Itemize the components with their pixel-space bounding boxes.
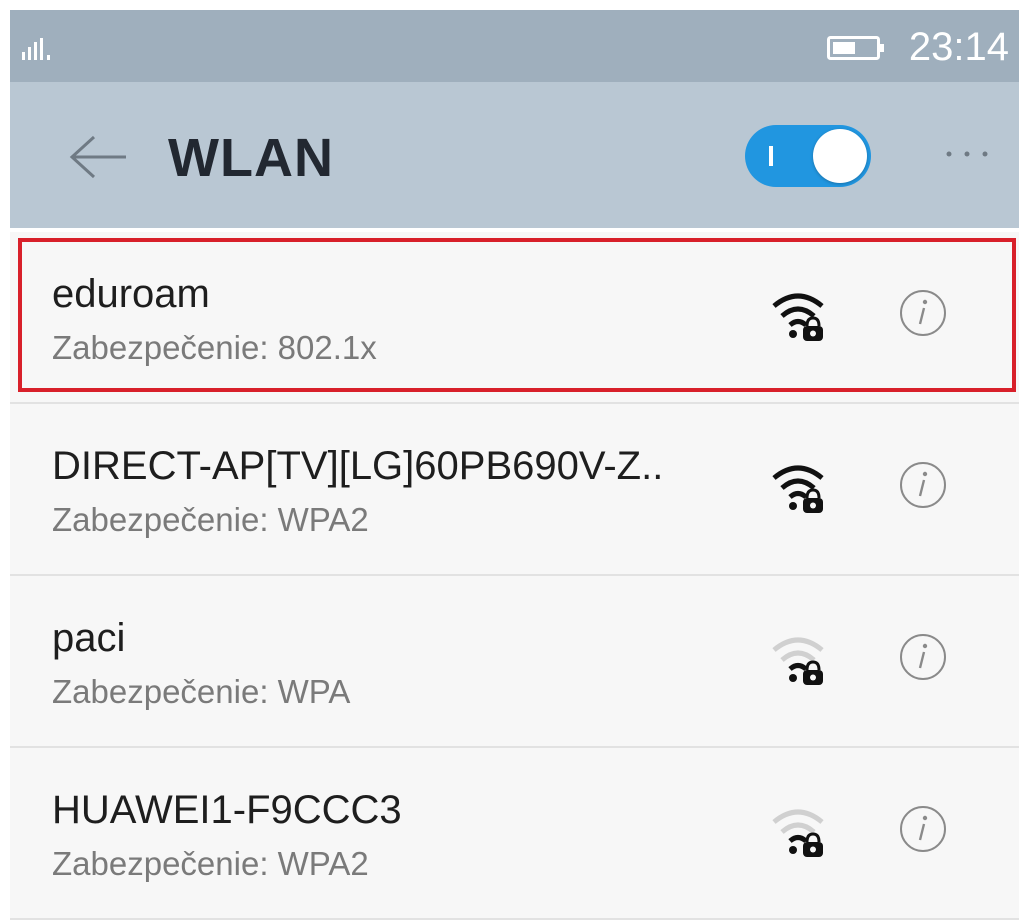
toggle-on-indicator bbox=[769, 146, 773, 166]
page-title: WLAN bbox=[168, 128, 334, 188]
back-arrow-icon[interactable] bbox=[68, 134, 128, 180]
more-options-icon[interactable] bbox=[939, 144, 995, 164]
status-time: 23:14 bbox=[908, 25, 1009, 69]
network-security: Zabezpečenie: 802.1x bbox=[52, 329, 377, 366]
network-row-direct-ap[interactable]: DIRECT-AP[TV][LG]60PB690V-Z.. Zabezpečen… bbox=[10, 404, 1019, 576]
network-security: Zabezpečenie: WPA bbox=[52, 673, 351, 710]
network-name: HUAWEI1-F9CCC3 bbox=[52, 788, 402, 832]
network-name: DIRECT-AP[TV][LG]60PB690V-Z.. bbox=[52, 444, 664, 488]
network-row-eduroam[interactable]: eduroam Zabezpečenie: 802.1x bbox=[10, 232, 1019, 404]
wifi-locked-icon bbox=[772, 293, 824, 341]
info-icon[interactable] bbox=[898, 632, 948, 682]
network-list: eduroam Zabezpečenie: 802.1x DIRECT-AP[T… bbox=[10, 232, 1019, 920]
wifi-locked-icon bbox=[772, 465, 824, 513]
wifi-weak-locked-icon bbox=[772, 637, 824, 685]
network-security: Zabezpečenie: WPA2 bbox=[52, 501, 369, 538]
status-bar: 23:14 bbox=[10, 10, 1019, 82]
network-row-huawei[interactable]: HUAWEI1-F9CCC3 Zabezpečenie: WPA2 bbox=[10, 748, 1019, 920]
network-row-paci[interactable]: paci Zabezpečenie: WPA bbox=[10, 576, 1019, 748]
info-icon[interactable] bbox=[898, 804, 948, 854]
network-name: paci bbox=[52, 616, 126, 660]
network-name: eduroam bbox=[52, 272, 210, 316]
app-bar: WLAN bbox=[10, 82, 1019, 228]
signal-bars-icon bbox=[22, 38, 50, 60]
toggle-knob bbox=[813, 129, 867, 183]
info-icon[interactable] bbox=[898, 288, 948, 338]
info-icon[interactable] bbox=[898, 460, 948, 510]
wlan-toggle[interactable] bbox=[745, 125, 871, 187]
wifi-weak-locked-icon bbox=[772, 809, 824, 857]
battery-icon bbox=[827, 36, 884, 60]
network-security: Zabezpečenie: WPA2 bbox=[52, 845, 369, 882]
